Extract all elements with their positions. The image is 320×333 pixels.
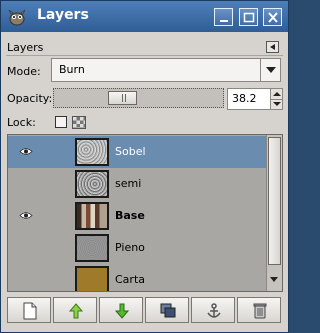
visibility-eye-icon[interactable] — [19, 211, 33, 220]
layer-name[interactable]: Carta — [115, 273, 145, 286]
layer-name[interactable]: Base — [115, 209, 145, 222]
divider — [6, 55, 283, 56]
minimize-icon — [220, 20, 228, 22]
lock-alpha-checkbox[interactable] — [72, 116, 86, 129]
new-layer-icon — [23, 302, 37, 320]
duplicate-layer-button[interactable] — [145, 297, 189, 323]
layer-list[interactable]: Sobel semi Base Pieno Carta — [7, 134, 283, 292]
opacity-label: Opacity: — [7, 92, 53, 105]
layers-window: Layers Layers Mode: Burn Opacity: 38.2 L… — [0, 0, 289, 333]
visibility-eye-icon[interactable] — [19, 179, 33, 188]
chevron-down-icon[interactable] — [260, 59, 280, 81]
delete-layer-button[interactable] — [237, 297, 281, 323]
mode-label: Mode: — [7, 65, 41, 78]
panel-title: Layers — [7, 41, 44, 54]
window-title: Layers — [37, 7, 89, 23]
delete-layer-icon — [253, 303, 267, 319]
close-button[interactable] — [263, 8, 282, 26]
gimp-app-icon[interactable] — [7, 7, 27, 27]
layer-thumbnail[interactable] — [75, 202, 109, 230]
lock-label: Lock: — [7, 116, 36, 129]
layer-row[interactable]: semi — [8, 168, 266, 200]
visibility-eye-icon[interactable] — [19, 275, 33, 284]
visibility-eye-icon[interactable] — [19, 147, 33, 156]
visibility-eye-icon[interactable] — [19, 243, 33, 252]
scrollbar-thumb[interactable] — [268, 137, 281, 265]
panel-menu-button[interactable] — [266, 41, 279, 53]
opacity-spinbutton[interactable]: 38.2 — [227, 88, 283, 110]
layer-list-scrollbar[interactable] — [266, 135, 282, 291]
layer-thumbnail[interactable] — [75, 266, 109, 291]
scroll-down-arrow-icon[interactable] — [268, 273, 281, 287]
mode-select[interactable]: Burn — [51, 58, 281, 82]
spin-up-icon[interactable] — [270, 89, 282, 99]
layer-name[interactable]: Pieno — [115, 241, 145, 254]
layer-row[interactable]: Sobel — [8, 136, 266, 168]
lower-layer-button[interactable] — [99, 297, 143, 323]
raise-layer-icon — [68, 303, 84, 319]
anchor-layer-icon — [207, 303, 221, 318]
close-icon — [268, 12, 278, 23]
title-bar[interactable]: Layers — [1, 1, 288, 32]
layer-name[interactable]: semi — [115, 177, 141, 190]
maximize-icon — [243, 12, 255, 23]
layer-row[interactable]: Pieno — [8, 232, 266, 264]
lock-pixels-checkbox[interactable] — [55, 116, 67, 128]
raise-layer-button[interactable] — [53, 297, 97, 323]
anchor-layer-button[interactable] — [191, 297, 235, 323]
layer-thumbnail[interactable] — [75, 170, 109, 198]
lower-layer-icon — [114, 303, 130, 319]
duplicate-layer-icon — [160, 303, 176, 318]
opacity-slider-handle[interactable] — [108, 91, 137, 105]
opacity-value: 38.2 — [232, 92, 257, 105]
minimize-button[interactable] — [214, 8, 233, 26]
layer-row[interactable]: Carta — [8, 264, 266, 291]
mode-value: Burn — [59, 63, 85, 76]
layer-row[interactable]: Base — [8, 200, 266, 232]
layer-thumbnail[interactable] — [75, 138, 109, 166]
spin-down-icon[interactable] — [270, 99, 282, 109]
new-layer-button[interactable] — [7, 297, 51, 323]
layer-thumbnail[interactable] — [75, 234, 109, 262]
layer-toolbar — [7, 297, 283, 325]
maximize-button[interactable] — [239, 8, 258, 26]
opacity-slider[interactable] — [53, 88, 224, 108]
layer-name[interactable]: Sobel — [115, 145, 146, 158]
